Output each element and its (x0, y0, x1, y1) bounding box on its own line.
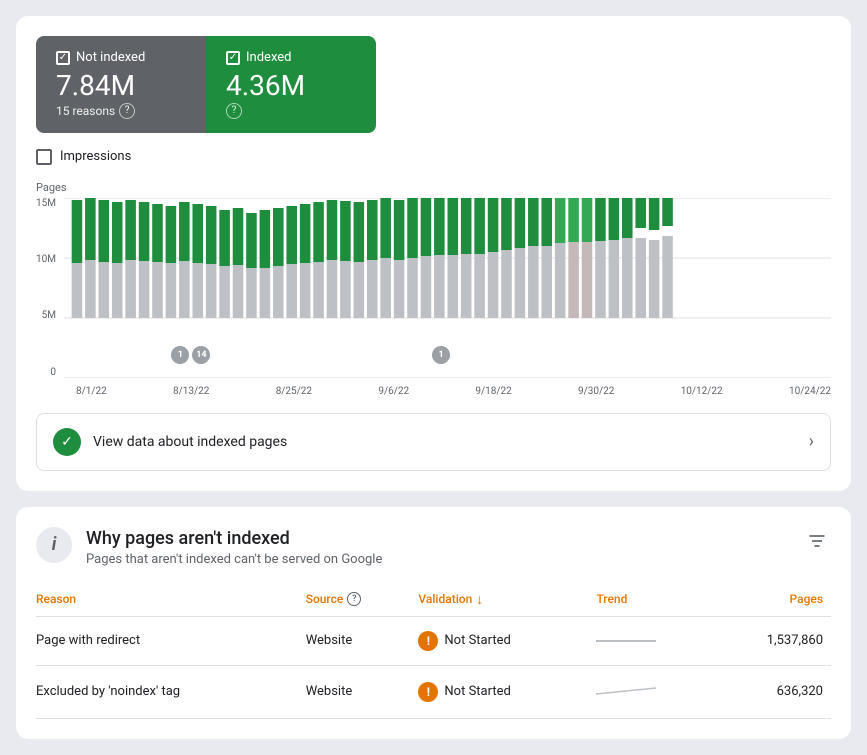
impressions-checkbox[interactable] (36, 149, 52, 165)
why-indexed-card: i Why pages aren't indexed Pages that ar… (16, 507, 851, 739)
view-data-text: View data about indexed pages (93, 434, 287, 450)
section-title: Why pages aren't indexed (86, 527, 382, 550)
row1-reason: Page with redirect (36, 616, 306, 665)
x-label-2: 8/25/22 (276, 386, 312, 397)
section-header-left: i Why pages aren't indexed Pages that ar… (36, 527, 382, 567)
annotation-marker-14: 14 (192, 346, 210, 364)
x-label-7: 10/24/22 (789, 386, 831, 397)
section-header: i Why pages aren't indexed Pages that ar… (36, 527, 831, 567)
table-row: Excluded by 'noindex' tag Website ! Not … (36, 665, 831, 718)
annotation-marker-1: 1 (171, 346, 189, 364)
row1-pages: 1,537,860 (717, 616, 831, 665)
index-summary: Not indexed 7.84M 15 reasons ? Indexed 4… (36, 36, 376, 133)
chart-y-label: Pages (36, 181, 831, 194)
view-data-left: ✓ View data about indexed pages (53, 428, 287, 456)
x-label-1: 8/13/22 (173, 386, 209, 397)
indexed-box: Indexed 4.36M ? (206, 36, 376, 133)
y-tick-5m: 5M (36, 310, 56, 321)
indexed-checkbox-icon (226, 51, 240, 65)
x-label-0: 8/1/22 (76, 386, 107, 397)
trend-line-row1 (596, 640, 656, 642)
annotation-markers-1: 1 14 (171, 346, 210, 364)
y-tick-15m: 15M (36, 198, 56, 209)
trend-svg-row2 (596, 680, 656, 700)
x-label-3: 9/6/22 (378, 386, 409, 397)
y-tick-10m: 10M (36, 254, 56, 265)
source-help-icon[interactable]: ? (347, 592, 361, 606)
not-indexed-box: Not indexed 7.84M 15 reasons ? (36, 36, 206, 133)
chart-area: Pages 15M 10M 5M 0 (36, 181, 831, 397)
not-indexed-checkbox-icon (56, 51, 70, 65)
table-row: Page with redirect Website ! Not Started… (36, 616, 831, 665)
y-tick-0: 0 (36, 367, 56, 378)
th-validation: Validation ↓ (418, 583, 596, 617)
not-indexed-help-icon[interactable]: ? (119, 103, 135, 119)
row2-validation: ! Not Started (418, 665, 596, 718)
green-check-icon: ✓ (53, 428, 81, 456)
row1-validation: ! Not Started (418, 616, 596, 665)
filter-icon[interactable] (803, 527, 831, 560)
view-data-link[interactable]: ✓ View data about indexed pages › (36, 413, 831, 471)
section-header-text: Why pages aren't indexed Pages that aren… (86, 527, 382, 567)
row2-pages: 636,320 (717, 665, 831, 718)
indexed-label: Indexed (246, 50, 292, 65)
section-subtitle: Pages that aren't indexed can't be serve… (86, 552, 382, 567)
row1-source: Website (306, 616, 419, 665)
indexed-help-icon[interactable]: ? (226, 103, 242, 119)
row2-reason: Excluded by 'noindex' tag (36, 665, 306, 718)
annotation-marker-1b: 1 (432, 346, 450, 364)
row1-trend (596, 616, 717, 665)
not-indexed-label: Not indexed (76, 50, 145, 65)
th-reason: Reason (36, 583, 306, 617)
chevron-right-icon: › (809, 431, 814, 452)
row2-trend (596, 665, 717, 718)
x-label-4: 9/18/22 (475, 386, 511, 397)
impressions-row: Impressions (36, 149, 831, 165)
info-icon: i (36, 527, 72, 563)
row2-source: Website (306, 665, 419, 718)
x-label-6: 10/12/22 (681, 386, 723, 397)
chart-bars (72, 198, 673, 318)
indexed-count: 4.36M (226, 69, 356, 103)
warning-icon-row2: ! (418, 682, 438, 702)
annotation-markers-2: 1 (432, 346, 450, 364)
table-header-row: Reason Source ? Validation ↓ Trend Pages (36, 583, 831, 617)
x-label-5: 9/30/22 (578, 386, 614, 397)
reasons-table: Reason Source ? Validation ↓ Trend Pages (36, 583, 831, 719)
th-source: Source ? (306, 583, 419, 617)
not-indexed-subtitle: 15 reasons (56, 104, 115, 118)
th-trend: Trend (596, 583, 717, 617)
not-indexed-count: 7.84M (56, 69, 186, 103)
th-pages: Pages (717, 583, 831, 617)
sort-arrow-icon[interactable]: ↓ (476, 591, 483, 608)
impressions-label: Impressions (60, 149, 131, 164)
warning-icon-row1: ! (418, 631, 438, 651)
